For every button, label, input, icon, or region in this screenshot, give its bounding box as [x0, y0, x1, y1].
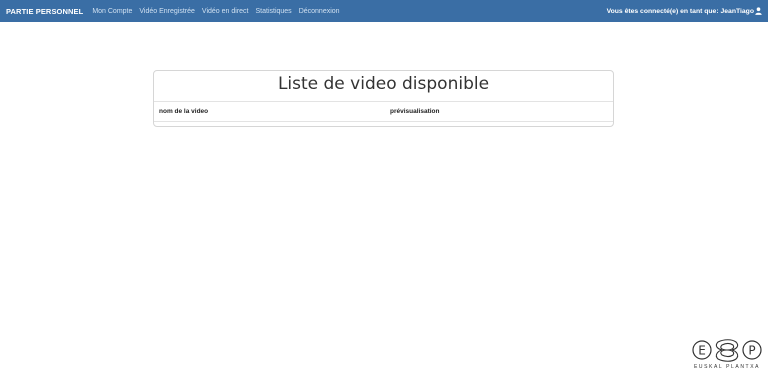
- video-table-header: nom de la video prévisualisation: [154, 101, 613, 122]
- navbar-brand[interactable]: PARTIE PERSONNEL: [6, 7, 83, 16]
- top-navbar: PARTIE PERSONNEL Mon Compte Vidéo Enregi…: [0, 0, 768, 22]
- nav-link-video-en-direct[interactable]: Vidéo en direct: [202, 8, 249, 15]
- logo-mark: E P: [692, 339, 762, 362]
- user-status-text: Vous êtes connecté(e) en tant que: JeanT…: [606, 7, 754, 15]
- nav-link-video-enregistree[interactable]: Vidéo Enregistrée: [139, 8, 195, 15]
- column-header-preview: prévisualisation: [390, 108, 440, 115]
- nav-link-deconnexion[interactable]: Déconnexion: [299, 8, 340, 15]
- logo-letter-e: E: [698, 344, 706, 358]
- logo-text: EUSKAL PLANTXA: [693, 364, 761, 370]
- video-list-card: Liste de video disponible nom de la vide…: [153, 70, 614, 127]
- user-icon: [755, 7, 762, 15]
- user-status: Vous êtes connecté(e) en tant que: JeanT…: [607, 7, 762, 15]
- column-header-video-name: nom de la video: [159, 108, 209, 115]
- logo-letter-p: P: [748, 344, 755, 358]
- nav-link-statistiques[interactable]: Statistiques: [256, 8, 292, 15]
- euskal-plantxa-logo: E P EUSKAL PLANTXA: [692, 337, 762, 371]
- nav-link-mon-compte[interactable]: Mon Compte: [92, 8, 132, 15]
- page-title: Liste de video disponible: [277, 74, 490, 94]
